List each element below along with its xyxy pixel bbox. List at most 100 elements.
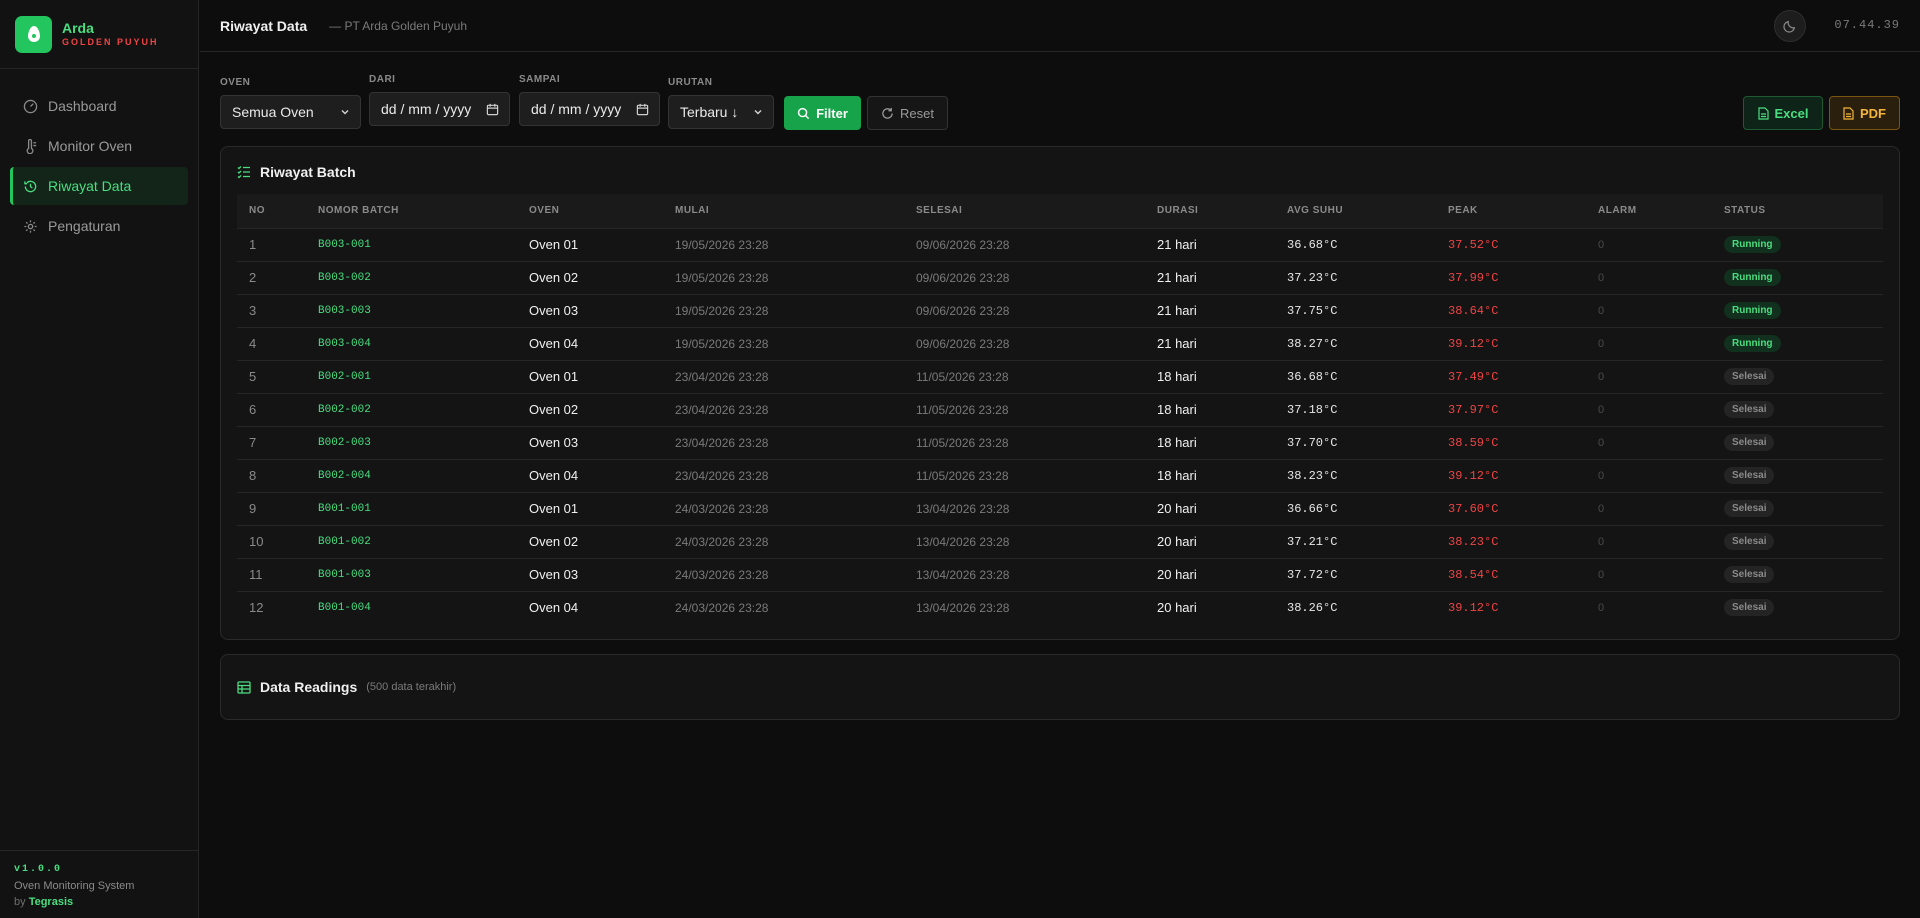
batch-table: NO NOMOR BATCH OVEN MULAI SELESAI DURASI…: [237, 194, 1883, 624]
row-avg-suhu: 37.21°C: [1287, 534, 1338, 549]
status-badge: Selesai: [1724, 566, 1775, 583]
batch-number-link[interactable]: B001-001: [318, 492, 529, 525]
row-peak: 38.59°C: [1448, 435, 1499, 450]
row-oven: Oven 04: [529, 468, 579, 483]
table-row[interactable]: 7 B002-003 Oven 03 23/04/2026 23:28 11/05/20…: [237, 426, 1883, 459]
batch-number-link[interactable]: B002-004: [318, 459, 529, 492]
col-alarm[interactable]: ALARM: [1598, 194, 1724, 228]
dari-date-input[interactable]: dd / mm / yyyy: [369, 92, 510, 126]
theme-toggle-button[interactable]: [1774, 10, 1806, 42]
col-status[interactable]: STATUS: [1724, 194, 1883, 228]
row-status: Selesai: [1724, 393, 1883, 426]
table-row[interactable]: 11 B001-003 Oven 03 24/03/2026 23:28 13/04/2…: [237, 558, 1883, 591]
row-alarm: 0: [1598, 238, 1605, 251]
row-durasi: 18 hari: [1157, 402, 1197, 417]
row-no: 7: [249, 435, 257, 450]
calendar-icon[interactable]: [486, 103, 499, 116]
row-mulai: 23/04/2026 23:28: [675, 435, 769, 450]
row-oven: Oven 01: [529, 369, 579, 384]
table-row[interactable]: 6 B002-002 Oven 02 23/04/2026 23:28 11/05/20…: [237, 393, 1883, 426]
pdf-button-label: PDF: [1860, 105, 1886, 121]
batch-number-link[interactable]: B003-002: [318, 261, 529, 294]
calendar-icon[interactable]: [636, 103, 649, 116]
row-alarm: 0: [1598, 502, 1605, 515]
batch-number-link[interactable]: B001-004: [318, 591, 529, 624]
sidebar-item-label: Riwayat Data: [48, 178, 132, 194]
batch-number-link[interactable]: B003-004: [318, 327, 529, 360]
table-row[interactable]: 8 B002-004 Oven 04 23/04/2026 23:28 11/05/20…: [237, 459, 1883, 492]
row-mulai: 19/05/2026 23:28: [675, 336, 769, 351]
table-row[interactable]: 9 B001-001 Oven 01 24/03/2026 23:28 13/04/20…: [237, 492, 1883, 525]
batch-number-link[interactable]: B001-002: [318, 525, 529, 558]
row-status: Running: [1724, 261, 1883, 294]
row-selesai: 13/04/2026 23:28: [916, 501, 1010, 516]
oven-select[interactable]: Semua Oven: [220, 95, 361, 129]
table-row[interactable]: 2 B003-002 Oven 02 19/05/2026 23:28 09/06/20…: [237, 261, 1883, 294]
reset-button[interactable]: Reset: [867, 96, 948, 130]
status-badge: Selesai: [1724, 533, 1775, 550]
table-row[interactable]: 3 B003-003 Oven 03 19/05/2026 23:28 09/06/20…: [237, 294, 1883, 327]
excel-export-button[interactable]: Excel: [1743, 96, 1823, 130]
history-icon: [24, 180, 37, 192]
table-row[interactable]: 1 B003-001 Oven 01 19/05/2026 23:28 09/06/20…: [237, 228, 1883, 261]
refresh-icon: [882, 107, 893, 119]
row-selesai: 13/04/2026 23:28: [916, 600, 1010, 615]
readings-card-header[interactable]: Data Readings (500 data terakhir): [221, 655, 1899, 719]
batch-number-link[interactable]: B001-003: [318, 558, 529, 591]
batch-number-link[interactable]: B003-003: [318, 294, 529, 327]
row-mulai: 23/04/2026 23:28: [675, 402, 769, 417]
col-peak[interactable]: PEAK: [1448, 194, 1598, 228]
table-row[interactable]: 4 B003-004 Oven 04 19/05/2026 23:28 09/06/20…: [237, 327, 1883, 360]
col-durasi[interactable]: DURASI: [1157, 194, 1287, 228]
col-selesai[interactable]: SELESAI: [916, 194, 1157, 228]
filter-button[interactable]: Filter: [784, 96, 861, 130]
sampai-date-input[interactable]: dd / mm / yyyy: [519, 92, 660, 126]
row-status: Selesai: [1724, 558, 1883, 591]
brand-name: Arda: [62, 20, 94, 36]
brand-subtitle: GOLDEN PUYUH: [62, 37, 159, 47]
col-mulai[interactable]: MULAI: [675, 194, 916, 228]
page-subtitle: — PT Arda Golden Puyuh: [329, 18, 468, 33]
table-row[interactable]: 12 B001-004 Oven 04 24/03/2026 23:28 13/04/2…: [237, 591, 1883, 624]
row-mulai: 24/03/2026 23:28: [675, 501, 769, 516]
search-icon: [797, 107, 810, 119]
row-peak: 39.12°C: [1448, 336, 1499, 351]
moon-icon: [1783, 20, 1796, 33]
row-peak: 37.97°C: [1448, 402, 1499, 417]
row-durasi: 20 hari: [1157, 501, 1197, 516]
sidebar-item-dashboard[interactable]: Dashboard: [10, 87, 188, 125]
urutan-select[interactable]: Terbaru ↓: [668, 95, 774, 129]
col-nomor-batch[interactable]: NOMOR BATCH: [318, 194, 529, 228]
batch-number-link[interactable]: B002-003: [318, 426, 529, 459]
row-selesai: 11/05/2026 23:28: [916, 402, 1009, 417]
col-no[interactable]: NO: [237, 194, 318, 228]
col-avg-suhu[interactable]: AVG SUHU: [1287, 194, 1448, 228]
row-no: 10: [249, 534, 264, 549]
oven-select-value: Semua Oven: [232, 104, 314, 120]
pdf-export-button[interactable]: PDF: [1829, 96, 1900, 130]
row-selesai: 13/04/2026 23:28: [916, 567, 1010, 582]
row-peak: 37.60°C: [1448, 501, 1499, 516]
table-row[interactable]: 10 B001-002 Oven 02 24/03/2026 23:28 13/04/2…: [237, 525, 1883, 558]
row-durasi: 20 hari: [1157, 567, 1197, 582]
row-oven: Oven 03: [529, 303, 579, 318]
sidebar-item-pengaturan[interactable]: Pengaturan: [10, 207, 188, 245]
status-badge: Selesai: [1724, 401, 1775, 418]
col-oven[interactable]: OVEN: [529, 194, 675, 228]
row-avg-suhu: 38.23°C: [1287, 468, 1338, 483]
row-avg-suhu: 38.27°C: [1287, 336, 1338, 351]
table-row[interactable]: 5 B002-001 Oven 01 23/04/2026 23:28 11/05/20…: [237, 360, 1883, 393]
credit-name[interactable]: Tegrasis: [29, 896, 73, 908]
batch-number-link[interactable]: B002-002: [318, 393, 529, 426]
batch-number-link[interactable]: B003-001: [318, 228, 529, 261]
row-selesai: 09/06/2026 23:28: [916, 237, 1010, 252]
row-oven: Oven 02: [529, 534, 579, 549]
sidebar-item-monitor-oven[interactable]: Monitor Oven: [10, 127, 188, 165]
batch-number-link[interactable]: B002-001: [318, 360, 529, 393]
sidebar-item-riwayat-data[interactable]: Riwayat Data: [10, 167, 188, 205]
brand[interactable]: Arda GOLDEN PUYUH: [0, 0, 198, 69]
status-badge: Selesai: [1724, 599, 1775, 617]
row-no: 4: [249, 336, 257, 351]
row-status: Selesai: [1724, 525, 1883, 558]
row-peak: 39.12°C: [1448, 468, 1499, 483]
